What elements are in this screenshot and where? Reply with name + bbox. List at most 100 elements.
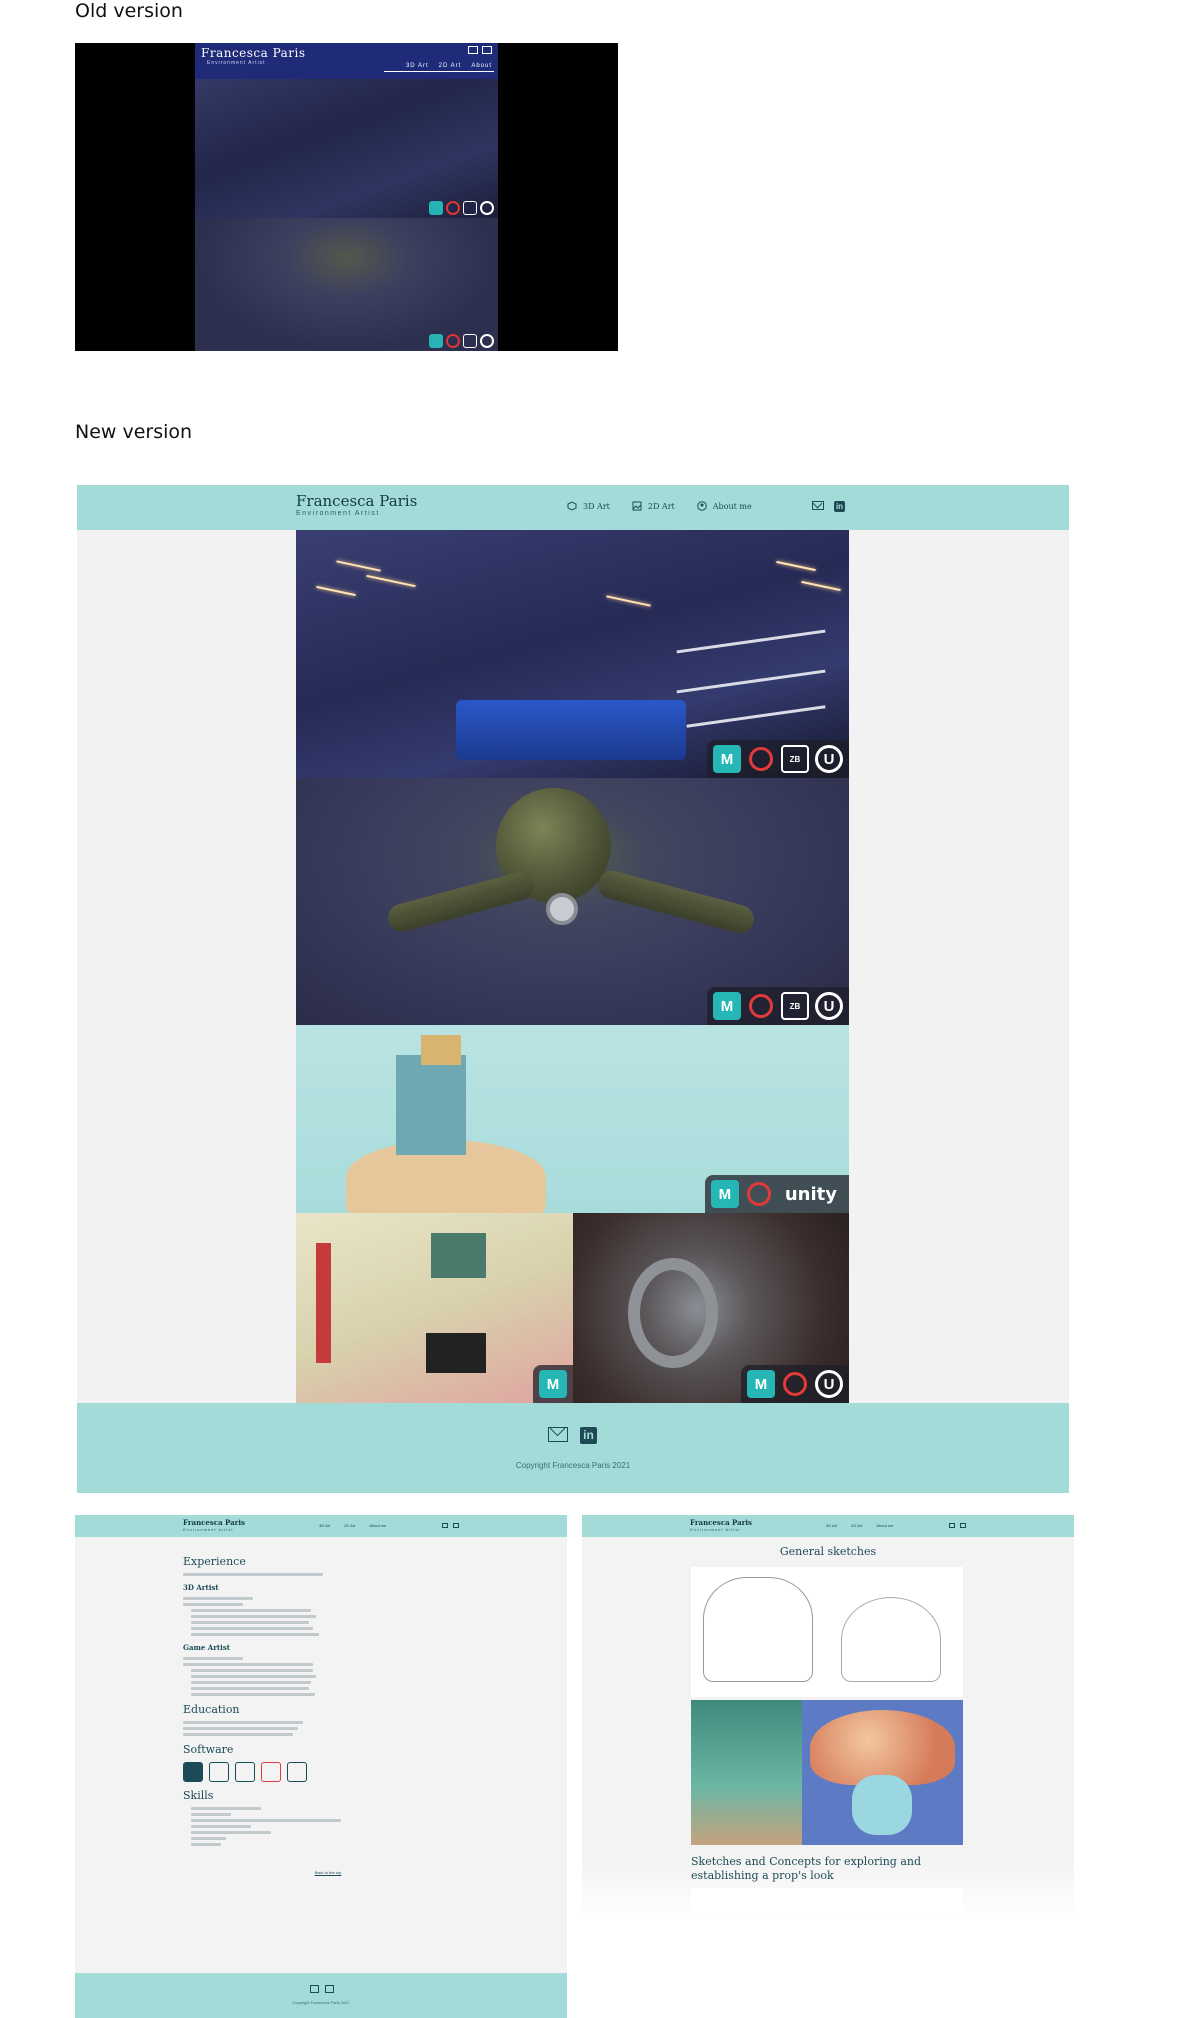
zbrush-icon [235,1762,255,1782]
nav-label: About me [712,501,752,511]
old-site-subtitle: Environment Artist [207,60,266,66]
linkedin-icon[interactable]: in [834,501,845,512]
unreal-icon: U [815,992,843,1020]
substance-icon [783,1372,807,1396]
software-badges [429,201,494,215]
about-page-preview: Francesca Paris Environment Artist 3D Ar… [75,1515,567,2018]
maya-icon: M [539,1370,567,1398]
footer-copyright: Copyright Francesca Paris 2021 [292,2000,350,2005]
sketch-house [703,1577,813,1682]
next-image[interactable] [691,1888,963,1916]
education-heading: Education [183,1703,240,1716]
zbrush-icon [463,334,477,348]
site-header: Francesca Paris Environment Artist 3D Ar… [77,485,1069,530]
software-badges: M U [741,1365,849,1403]
software-badges: M [533,1365,573,1403]
nav-item-3d-art[interactable]: 3D Art [567,501,610,511]
about-nav: 3D Art 2D Art About me [319,1523,386,1528]
nav-item-about-me[interactable]: About me [876,1523,893,1528]
mail-icon[interactable] [310,1985,319,1993]
mushroom-stem [852,1775,912,1835]
old-nav-2d-art[interactable]: 2D Art [439,63,462,69]
linkedin-icon[interactable] [453,1523,459,1528]
unreal-icon [480,334,494,348]
software-badges: M ZB U [707,987,849,1025]
gallery-bedroom-render[interactable]: M [296,1213,573,1403]
nav-item-2d-art[interactable]: 2D Art [632,501,675,511]
old-room-render[interactable] [195,79,498,218]
old-nav-about[interactable]: About [471,63,492,69]
zbrush-icon: ZB [781,992,809,1020]
gallery2d-subtitle: Environment Artist [690,1527,741,1532]
sketch-image[interactable] [691,1567,963,1697]
unreal-icon: U [815,745,843,773]
old-nav-3d-art[interactable]: 3D Art [406,63,429,69]
software-badges: M unity [704,1175,849,1213]
about-logo[interactable]: Francesca Paris [183,1518,245,1527]
maya-icon: M [713,992,741,1020]
about-subtitle: Environment Artist [183,1527,234,1532]
gallery-caption: Sketches and Concepts for exploring and … [691,1855,922,1882]
tower-roof [421,1035,461,1065]
new-site-screenshot: Francesca Paris Environment Artist 3D Ar… [77,485,1069,1493]
unreal-icon: U [815,1370,843,1398]
new-version-label: New version [75,421,193,443]
linkedin-icon[interactable]: in [580,1427,597,1444]
gallery2d-nav: 3D Art 2D Art About me [826,1523,893,1528]
concept-tree-image[interactable] [691,1700,802,1845]
robot-eye [546,893,578,925]
mail-icon[interactable] [949,1523,955,1528]
mail-icon[interactable] [468,46,478,54]
old-robot-render[interactable] [195,218,498,351]
linkedin-icon[interactable] [325,1985,334,1993]
old-site-logo[interactable]: Francesca Paris [201,46,306,60]
gallery2d-logo[interactable]: Francesca Paris [690,1518,752,1527]
linkedin-icon[interactable] [482,46,492,54]
old-site-social [468,46,492,54]
desk [426,1333,486,1373]
cube-icon [567,501,577,511]
substance-icon [446,334,460,348]
header-social: in [812,501,845,512]
about-body: Experience 3D Artist Game Artist Educati… [183,1548,473,1876]
substance-icon [749,747,773,771]
unreal-icon [480,201,494,215]
nav-item-2d-art[interactable]: 2D Art [851,1523,862,1528]
job1-heading: 3D Artist [183,1583,219,1592]
software-heading: Software [183,1743,234,1756]
mail-icon[interactable] [812,501,824,510]
back-to-top-link[interactable]: Back to the top [183,1870,473,1876]
unreal-icon [209,1762,229,1782]
robot-leg [384,869,538,935]
old-site-header: Francesca Paris Environment Artist 3D Ar… [195,43,498,79]
door [316,1243,331,1363]
nav-item-about-me[interactable]: About me [696,501,752,511]
tower [396,1055,466,1155]
software-icons [183,1762,473,1782]
substance-icon [261,1762,281,1782]
user-icon [696,501,707,511]
nav-item-3d-art[interactable]: 3D Art [319,1523,330,1528]
robot-leg [595,867,757,937]
nav-item-2d-art[interactable]: 2D Art [344,1523,355,1528]
nav-item-3d-art[interactable]: 3D Art [826,1523,837,1528]
gallery-room-render[interactable]: M ZB U [296,530,849,778]
gallery-robot-render[interactable]: M ZB U [296,778,849,1025]
linkedin-icon[interactable] [960,1523,966,1528]
mail-icon[interactable] [548,1427,568,1442]
gallery-island-render[interactable]: M unity [296,1025,849,1213]
concept-mushroom-image[interactable] [802,1700,963,1845]
footer-copyright: Copyright Francesca Paris 2021 [515,1461,631,1470]
site-logo[interactable]: Francesca Paris [296,492,417,510]
old-version-label: Old version [75,0,183,22]
2d-gallery-preview: Francesca Paris Environment Artist 3D Ar… [582,1515,1074,1920]
job2-heading: Game Artist [183,1643,230,1652]
substance-icon [749,994,773,1018]
nav-label: 3D Art [583,501,610,511]
gallery-coffee-machine-render[interactable]: M U [573,1213,849,1403]
general-sketches-heading: General sketches [779,1545,877,1558]
sketch-cottage [841,1597,941,1682]
coffee-machine-ring [628,1258,718,1368]
nav-item-about-me[interactable]: About me [369,1523,386,1528]
mail-icon[interactable] [442,1523,448,1528]
